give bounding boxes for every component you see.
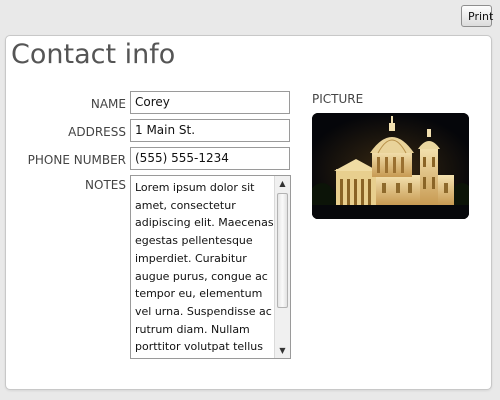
notes-label: NOTES <box>85 178 126 192</box>
name-field[interactable]: Corey <box>130 91 290 114</box>
contact-picture <box>312 113 469 219</box>
page-title: Contact info <box>11 39 176 70</box>
name-label: NAME <box>90 97 126 111</box>
address-field[interactable]: 1 Main St. <box>130 119 290 142</box>
address-label: ADDRESS <box>68 125 126 139</box>
notes-textarea[interactable]: Lorem ipsum dolor sit amet, consectetur … <box>130 175 291 359</box>
scroll-thumb[interactable] <box>277 193 288 308</box>
basilica-photo <box>312 113 469 219</box>
picture-label: PICTURE <box>312 92 364 106</box>
scroll-down-icon[interactable]: ▼ <box>275 343 290 358</box>
notes-scrollbar[interactable]: ▲ ▼ <box>274 176 290 358</box>
notes-text: Lorem ipsum dolor sit amet, consectetur … <box>135 181 274 354</box>
print-button[interactable]: Print <box>461 5 493 27</box>
scroll-up-icon[interactable]: ▲ <box>275 176 290 191</box>
phone-field[interactable]: (555) 555-1234 <box>130 147 290 170</box>
phone-label: PHONE NUMBER <box>27 153 126 167</box>
